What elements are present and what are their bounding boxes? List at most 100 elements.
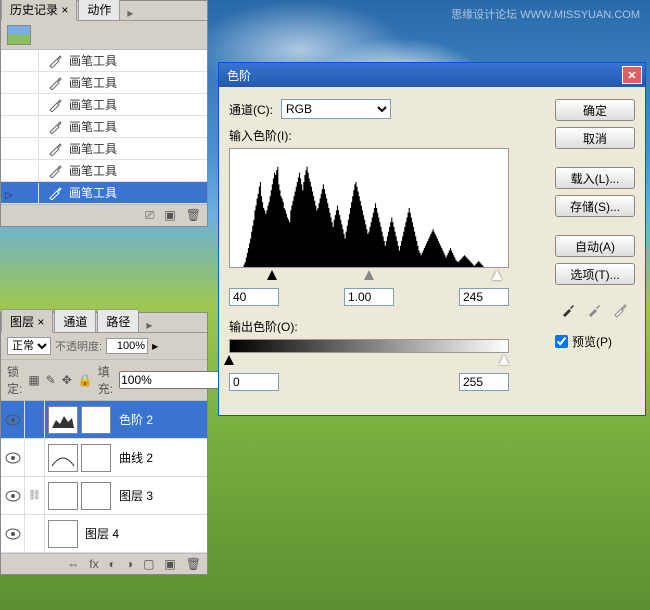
- lock-paint-icon[interactable]: ✎: [46, 373, 56, 387]
- output-white-input[interactable]: [459, 373, 509, 391]
- group-icon[interactable]: ▢: [143, 557, 154, 571]
- eyedropper-black-icon[interactable]: [559, 299, 579, 319]
- tab-channels[interactable]: 通道: [54, 309, 96, 332]
- layers-panel: 图层 × 通道 路径 ▸ 正常 不透明度: ▸ 锁定: ▦ ✎ ✥ 🔒 填充: …: [0, 312, 208, 575]
- layer-row[interactable]: 色阶 2: [1, 401, 207, 439]
- opacity-flyout-icon[interactable]: ▸: [152, 339, 158, 353]
- save-button[interactable]: 存储(S)...: [555, 195, 635, 217]
- highlight-input[interactable]: [459, 288, 509, 306]
- visibility-eye-icon[interactable]: [1, 401, 25, 438]
- output-white-slider[interactable]: [499, 355, 509, 365]
- output-black-input[interactable]: [229, 373, 279, 391]
- link-slot[interactable]: [25, 515, 45, 552]
- cancel-button[interactable]: 取消: [555, 127, 635, 149]
- eyedropper-gray-icon[interactable]: [585, 299, 605, 319]
- levels-dialog: 色阶 ✕ 通道(C): RGB 输入色阶(I): 输出色阶(O):: [218, 62, 646, 416]
- layer-row[interactable]: ⛓ 图层 3: [1, 477, 207, 515]
- lock-position-icon[interactable]: ✥: [62, 373, 72, 387]
- layers-list: 色阶 2 曲线 2 ⛓ 图层 3 图层 4: [1, 401, 207, 553]
- visibility-eye-icon[interactable]: [1, 439, 25, 476]
- output-black-slider[interactable]: [224, 355, 234, 365]
- blend-mode-select[interactable]: 正常: [7, 337, 51, 355]
- shadow-input[interactable]: [229, 288, 279, 306]
- layer-name[interactable]: 图层 4: [85, 525, 119, 542]
- history-item-label: 画笔工具: [69, 118, 117, 135]
- link-slot[interactable]: [25, 401, 45, 438]
- layer-row[interactable]: 图层 4: [1, 515, 207, 553]
- history-item-label: 画笔工具: [69, 52, 117, 69]
- new-snapshot-icon[interactable]: ⎚: [145, 208, 155, 223]
- history-item[interactable]: 画笔工具: [1, 94, 207, 116]
- midtone-slider[interactable]: [364, 270, 374, 280]
- load-button[interactable]: 载入(L)...: [555, 167, 635, 189]
- trash-icon[interactable]: 🗑: [186, 208, 201, 223]
- dialog-title: 色阶: [227, 67, 622, 84]
- tab-paths[interactable]: 路径: [97, 309, 139, 332]
- history-item[interactable]: 画笔工具: [1, 116, 207, 138]
- history-item-label: 画笔工具: [69, 96, 117, 113]
- history-list: 画笔工具画笔工具画笔工具画笔工具画笔工具画笔工具画笔工具: [1, 50, 207, 204]
- history-item[interactable]: 画笔工具: [1, 182, 207, 204]
- adjustment-layer-icon[interactable]: ◑: [126, 557, 133, 571]
- watermark-text: 思缘设计论坛 WWW.MISSYUAN.COM: [451, 6, 640, 22]
- channel-select[interactable]: RGB: [281, 99, 391, 119]
- brush-icon: [47, 97, 63, 113]
- layer-thumbnail[interactable]: [48, 520, 78, 548]
- visibility-eye-icon[interactable]: [1, 515, 25, 552]
- channel-label: 通道(C):: [229, 101, 273, 118]
- layer-mask-thumbnail[interactable]: [81, 482, 111, 510]
- opacity-input[interactable]: [106, 338, 148, 354]
- input-sliders[interactable]: [229, 270, 509, 284]
- shadow-slider[interactable]: [267, 270, 277, 280]
- history-item[interactable]: 画笔工具: [1, 50, 207, 72]
- lock-label: 锁定:: [7, 363, 22, 397]
- preview-checkbox-row[interactable]: 预览(P): [555, 333, 635, 350]
- eyedropper-white-icon[interactable]: [611, 299, 631, 319]
- link-slot[interactable]: ⛓: [25, 477, 45, 514]
- history-item[interactable]: 画笔工具: [1, 160, 207, 182]
- history-snapshot[interactable]: [1, 21, 207, 50]
- visibility-eye-icon[interactable]: [1, 477, 25, 514]
- lock-transparency-icon[interactable]: ▦: [28, 373, 39, 387]
- ok-button[interactable]: 确定: [555, 99, 635, 121]
- lock-all-icon[interactable]: 🔒: [78, 373, 92, 387]
- history-item[interactable]: 画笔工具: [1, 72, 207, 94]
- delete-layer-icon[interactable]: 🗑: [186, 557, 201, 571]
- preview-checkbox[interactable]: [555, 335, 568, 348]
- layer-name[interactable]: 曲线 2: [119, 449, 153, 466]
- layers-menu-icon[interactable]: ▸: [140, 318, 158, 332]
- layer-thumbnail[interactable]: [48, 482, 78, 510]
- layer-name[interactable]: 色阶 2: [119, 411, 153, 428]
- layer-mask-thumbnail[interactable]: [81, 444, 111, 472]
- new-layer-icon[interactable]: ▣: [164, 557, 175, 571]
- new-document-icon[interactable]: ▣: [164, 208, 175, 223]
- layer-name[interactable]: 图层 3: [119, 487, 153, 504]
- link-slot[interactable]: [25, 439, 45, 476]
- options-button[interactable]: 选项(T)...: [555, 263, 635, 285]
- histogram-chart: [229, 148, 509, 268]
- tab-layers[interactable]: 图层 ×: [1, 309, 53, 333]
- layer-thumbnail[interactable]: [48, 444, 78, 472]
- layer-thumbnail[interactable]: [48, 406, 78, 434]
- brush-icon: [47, 75, 63, 91]
- output-sliders[interactable]: [229, 355, 509, 369]
- fill-label: 填充:: [98, 363, 113, 397]
- close-button[interactable]: ✕: [622, 66, 642, 84]
- layer-mask-thumbnail[interactable]: [81, 406, 111, 434]
- input-levels-label: 输入色阶(I):: [229, 127, 545, 144]
- layer-row[interactable]: 曲线 2: [1, 439, 207, 477]
- tab-history[interactable]: 历史记录 ×: [1, 0, 77, 21]
- auto-button[interactable]: 自动(A): [555, 235, 635, 257]
- panel-menu-icon[interactable]: ▸: [121, 6, 139, 20]
- midtone-input[interactable]: [344, 288, 394, 306]
- history-item[interactable]: 画笔工具: [1, 138, 207, 160]
- tab-actions[interactable]: 动作: [78, 0, 120, 20]
- link-layers-icon[interactable]: ⇔: [67, 557, 79, 571]
- layer-style-icon[interactable]: fx: [89, 557, 98, 571]
- dialog-titlebar[interactable]: 色阶 ✕: [219, 63, 645, 87]
- brush-icon: [47, 141, 63, 157]
- output-gradient: [229, 339, 509, 353]
- highlight-slider[interactable]: [492, 270, 502, 280]
- preview-label: 预览(P): [572, 333, 612, 350]
- layer-mask-icon[interactable]: ◐: [109, 557, 116, 571]
